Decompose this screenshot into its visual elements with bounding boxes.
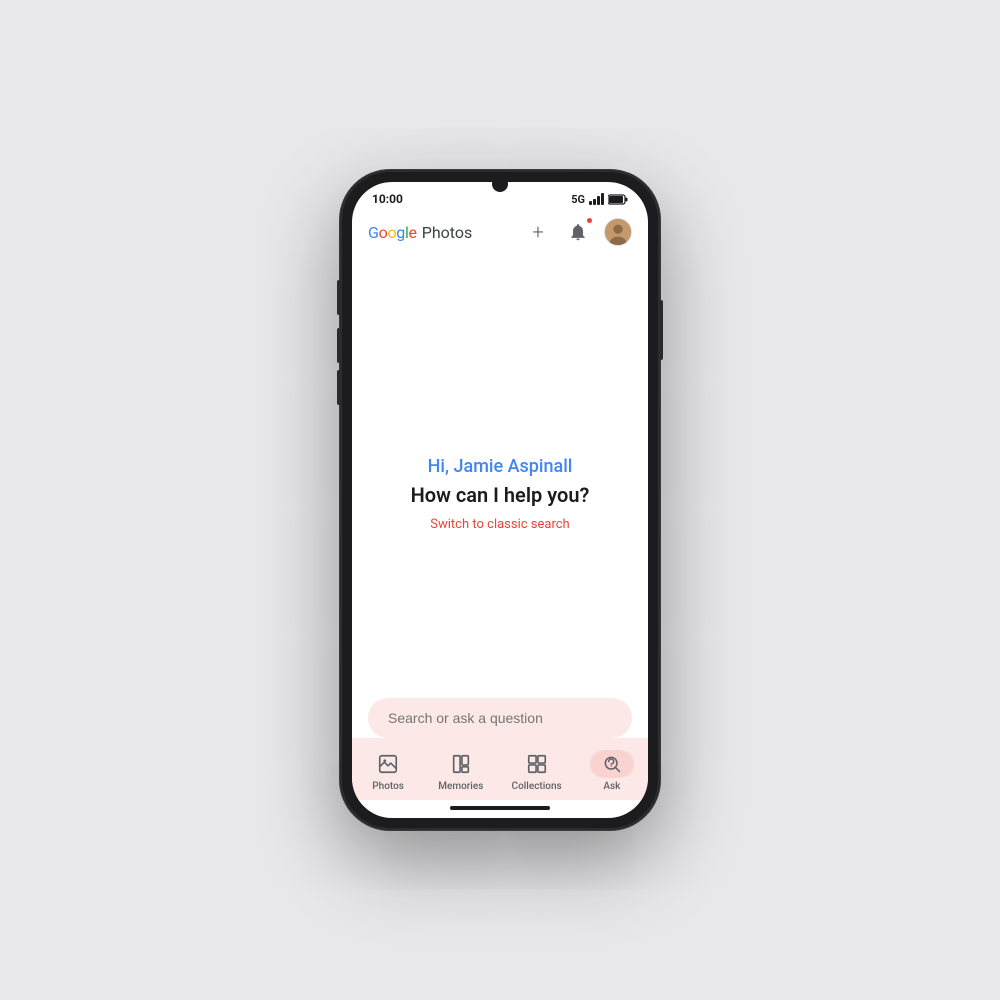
nav-item-photos[interactable]: Photos <box>354 746 422 796</box>
home-indicator <box>450 806 550 810</box>
main-content: Hi, Jamie Aspinall How can I help you? S… <box>352 254 648 690</box>
gemini-star-icon <box>470 372 530 432</box>
signal-label: 5G <box>571 193 585 206</box>
notification-badge <box>586 217 593 224</box>
collections-nav-icon <box>515 750 559 778</box>
add-button[interactable]: + <box>524 218 552 246</box>
collections-nav-label: Collections <box>512 781 562 792</box>
nav-item-collections[interactable]: Collections <box>500 746 574 796</box>
memories-nav-icon <box>439 750 483 778</box>
app-logo: Google Photos <box>368 223 472 242</box>
nav-item-ask[interactable]: Ask <box>578 746 646 796</box>
photos-nav-icon <box>366 750 410 778</box>
bell-icon <box>568 222 588 242</box>
status-right: 5G <box>571 193 628 206</box>
greeting-name: Hi, Jamie Aspinall <box>428 456 573 477</box>
switch-classic-link[interactable]: Switch to classic search <box>430 517 569 532</box>
ask-nav-label: Ask <box>603 781 620 792</box>
status-time: 10:00 <box>372 192 403 206</box>
avatar-image <box>605 218 631 246</box>
nav-item-memories[interactable]: Memories <box>426 746 495 796</box>
notification-button[interactable] <box>564 218 592 246</box>
signal-bars-icon <box>589 193 604 205</box>
greeting-question: How can I help you? <box>411 483 590 507</box>
user-avatar[interactable] <box>604 218 632 246</box>
battery-icon <box>608 194 628 205</box>
phone-frame: 10:00 5G <box>340 170 660 830</box>
search-area <box>352 690 648 738</box>
camera-notch <box>492 176 508 192</box>
phone-screen: 10:00 5G <box>352 182 648 818</box>
photos-logo-text: Photos <box>422 223 473 242</box>
memories-nav-label: Memories <box>438 781 483 792</box>
google-logo-text: Google <box>368 223 417 242</box>
photos-nav-label: Photos <box>372 781 404 792</box>
header-actions: + <box>524 218 632 246</box>
app-header: Google Photos + <box>352 210 648 254</box>
ask-nav-icon <box>590 750 634 778</box>
bottom-nav: Photos Memories <box>352 738 648 800</box>
search-input[interactable] <box>368 698 632 738</box>
